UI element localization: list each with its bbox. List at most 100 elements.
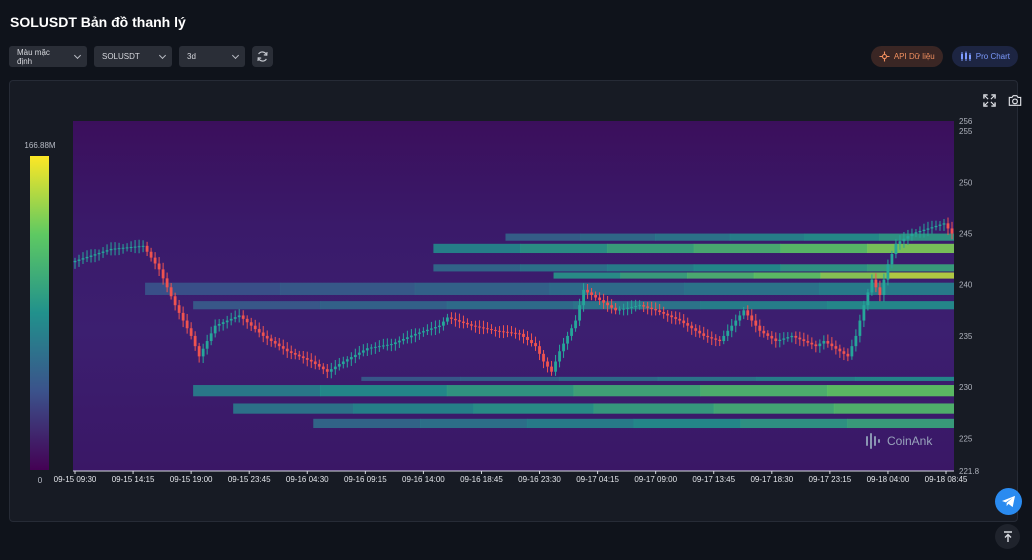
candle-body xyxy=(526,336,529,341)
candle-body xyxy=(766,333,770,336)
liquidation-band xyxy=(819,282,954,295)
candle-body xyxy=(838,348,842,352)
candle-body xyxy=(618,309,622,311)
candle-body xyxy=(846,353,850,357)
candle-body xyxy=(922,229,926,232)
candle-body xyxy=(878,287,882,295)
candle-body xyxy=(369,347,373,349)
liquidation-band xyxy=(753,272,822,279)
x-tick-label: 09-17 18:30 xyxy=(750,475,793,484)
candle-body xyxy=(442,321,445,326)
candle-body xyxy=(734,320,738,326)
candle-body xyxy=(454,318,457,321)
candle-body xyxy=(782,338,786,340)
candle-body xyxy=(133,246,137,248)
candle-body xyxy=(401,338,405,341)
liquidation-band xyxy=(433,264,521,272)
candle-body xyxy=(333,366,337,370)
liquidation-band xyxy=(620,272,688,279)
candle-body xyxy=(197,346,201,357)
x-tick-label: 09-16 23:30 xyxy=(518,475,561,484)
candle-body xyxy=(490,329,493,331)
liquidation-band xyxy=(867,243,954,254)
candle-body xyxy=(510,332,513,334)
liquidation-band xyxy=(593,403,715,414)
telegram-button[interactable] xyxy=(995,488,1022,515)
candle-body xyxy=(726,330,730,336)
candle-body xyxy=(774,338,778,342)
y-tick-label: 230 xyxy=(959,383,973,392)
candle-body xyxy=(570,328,573,336)
candle-body xyxy=(413,333,417,336)
candle-body xyxy=(474,325,477,327)
x-tick-label: 09-17 04:15 xyxy=(576,475,619,484)
candle-body xyxy=(301,356,305,359)
liquidation-band xyxy=(729,233,805,241)
candle-body xyxy=(830,343,834,347)
liquidation-band xyxy=(606,264,695,272)
candle-body xyxy=(269,338,273,342)
back-to-top-button[interactable] xyxy=(995,524,1020,549)
candle-body xyxy=(786,337,790,339)
liquidation-band xyxy=(313,418,421,429)
candle-body xyxy=(586,289,589,293)
candle-body xyxy=(754,320,758,326)
liquidation-band xyxy=(700,385,828,397)
candle-body xyxy=(249,322,253,326)
liquidation-band xyxy=(473,403,595,414)
candle-body xyxy=(149,251,153,258)
candle-body xyxy=(393,342,397,345)
candle-body xyxy=(189,328,193,336)
candle-body xyxy=(918,231,922,233)
candle-body xyxy=(193,335,197,347)
candle-body xyxy=(77,259,81,261)
liquidation-band xyxy=(827,385,954,397)
candle-body xyxy=(794,335,798,338)
candle-body xyxy=(514,332,517,334)
candle-body xyxy=(486,328,489,330)
candle-body xyxy=(478,326,481,328)
candle-body xyxy=(257,329,261,333)
y-tick-label: 235 xyxy=(959,332,973,341)
x-tick-label: 09-15 19:00 xyxy=(170,475,213,484)
colorbar xyxy=(30,156,49,470)
candle-body xyxy=(421,331,425,333)
candle-body xyxy=(930,227,934,229)
candle-body xyxy=(357,352,361,355)
candle-body xyxy=(730,325,734,331)
candle-body xyxy=(446,317,449,322)
liquidation-heatmap-chart[interactable]: 166.88M 0 256255250245240235230225221.8 … xyxy=(0,0,1032,560)
candle-body xyxy=(738,315,742,321)
liquidation-band xyxy=(460,376,560,381)
candle-body xyxy=(426,329,429,332)
x-tick-label: 09-17 13:45 xyxy=(692,475,735,484)
liquidation-band xyxy=(279,282,416,295)
candle-body xyxy=(614,307,618,311)
candle-body xyxy=(902,238,906,242)
candle-body xyxy=(341,361,345,365)
liquidation-band xyxy=(657,376,757,381)
candle-body xyxy=(610,305,614,308)
telegram-icon xyxy=(1002,495,1015,508)
x-tick-label: 09-15 23:45 xyxy=(228,475,271,484)
candle-body xyxy=(882,279,886,295)
candle-body xyxy=(237,315,241,318)
candle-body xyxy=(153,257,157,264)
candle-body xyxy=(173,296,177,306)
candle-body xyxy=(706,335,710,338)
candle-body xyxy=(926,228,930,230)
candle-body xyxy=(898,241,902,244)
candle-body xyxy=(389,344,393,346)
candle-body xyxy=(562,343,565,352)
liquidation-band xyxy=(780,243,868,254)
liquidation-band xyxy=(573,385,701,397)
liquidation-band xyxy=(353,403,474,414)
candle-body xyxy=(606,302,610,306)
candle-body xyxy=(337,364,341,367)
liquidation-band xyxy=(580,233,656,241)
candle-body xyxy=(137,246,141,248)
x-tick-label: 09-15 09:30 xyxy=(54,475,97,484)
candle-body xyxy=(329,369,333,372)
candle-body xyxy=(321,366,325,370)
candle-body xyxy=(790,335,794,338)
